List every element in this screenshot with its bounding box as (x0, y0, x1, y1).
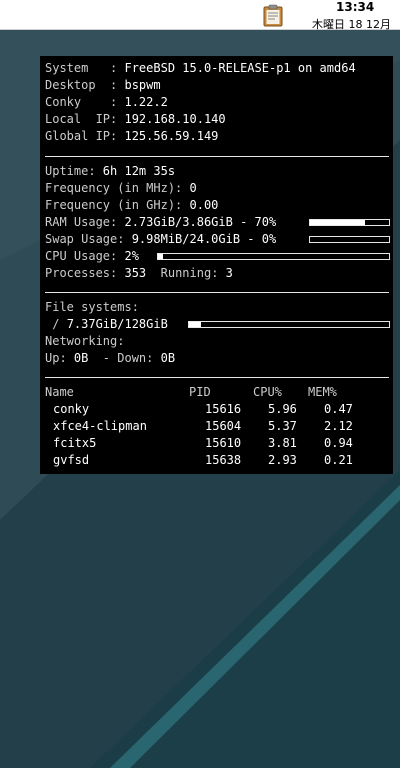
header-name: Name (45, 385, 74, 399)
freq-mhz-row: Frequency (in MHz): 0 (45, 180, 197, 197)
process-name: fcitx5 (53, 436, 97, 450)
uptime-label: Uptime: (45, 164, 103, 178)
desktop-label: Desktop : (45, 78, 125, 92)
freq-ghz-row: Frequency (in GHz): 0.00 (45, 197, 218, 214)
process-cpu: 5.96 (268, 402, 297, 416)
local-ip-label: Local IP: (45, 112, 125, 126)
process-mem: 0.47 (324, 402, 353, 416)
net-label: Networking: (45, 334, 125, 348)
freq-ghz-value: 0.00 (189, 198, 219, 212)
net-header: Networking: (45, 333, 124, 350)
fs-root-value: 7.37GiB/128GiB (66, 317, 168, 331)
clock-date[interactable]: 木曜日 18 12月 (312, 16, 391, 32)
process-pid: 15610 (205, 436, 242, 450)
running-value: 3 (225, 266, 233, 280)
global-ip-row: Global IP: 125.56.59.149 (45, 128, 218, 145)
process-table-header: Name PID CPU% MEM% (40, 384, 393, 401)
process-mem: 0.21 (324, 453, 353, 467)
processes-row: Processes: 353 Running: 3 (45, 265, 233, 282)
cpu-bar (157, 253, 390, 260)
conky-version-label: Conky : (45, 95, 125, 109)
system-row: System : FreeBSD 15.0-RELEASE-p1 on amd6… (45, 60, 356, 77)
conky-version-value: 1.22.2 (124, 95, 168, 109)
ram-bar (309, 219, 390, 226)
divider-1 (45, 156, 389, 157)
process-name: xfce4-clipman (53, 419, 147, 433)
ram-row: RAM Usage: 2.73GiB/3.86GiB - 70% (45, 214, 276, 231)
desktop-row: Desktop : bspwm (45, 77, 161, 94)
fs-header: File systems: (45, 299, 139, 316)
running-label: Running: (146, 266, 226, 280)
fs-root-bar-fill (189, 322, 201, 327)
fs-root-label: / (45, 317, 67, 331)
cpu-value: 2% (124, 249, 139, 263)
swap-label: Swap Usage: (45, 232, 132, 246)
cpu-label: CPU Usage: (45, 249, 125, 263)
process-mem: 2.12 (324, 419, 353, 433)
swap-bar (309, 236, 390, 243)
local-ip-value: 192.168.10.140 (124, 112, 226, 126)
desktop-value: bspwm (124, 78, 161, 92)
up-label: Up: (45, 351, 74, 365)
cpu-row: CPU Usage: 2% (45, 248, 139, 265)
system-label: System : (45, 61, 125, 75)
divider-2 (45, 292, 389, 293)
system-value: FreeBSD 15.0-RELEASE-p1 on amd64 (124, 61, 356, 75)
down-label: - Down: (88, 351, 161, 365)
ram-label: RAM Usage: (45, 215, 125, 229)
top-panel: 13:34 木曜日 18 12月 (0, 0, 400, 32)
divider-3 (45, 377, 389, 378)
process-cpu: 3.81 (268, 436, 297, 450)
process-name: conky (53, 402, 90, 416)
processes-value: 353 (124, 266, 147, 280)
processes-label: Processes: (45, 266, 125, 280)
uptime-value: 6h 12m 35s (102, 164, 176, 178)
ram-bar-fill (310, 220, 366, 225)
up-value: 0B (73, 351, 89, 365)
freq-ghz-label: Frequency (in GHz): (45, 198, 190, 212)
process-row: xfce4-clipman 15604 5.37 2.12 (40, 418, 393, 435)
process-cpu: 5.37 (268, 419, 297, 433)
header-pid: PID (189, 385, 211, 399)
fs-root-row: / 7.37GiB/128GiB (45, 316, 168, 333)
process-pid: 15638 (205, 453, 242, 467)
process-row: gvfsd 15638 2.93 0.21 (40, 452, 393, 469)
fs-label: File systems: (45, 300, 139, 314)
swap-value: 9.98MiB/24.0GiB - 0% (131, 232, 277, 246)
process-name: gvfsd (53, 453, 90, 467)
process-pid: 15604 (205, 419, 242, 433)
freq-mhz-label: Frequency (in MHz): (45, 181, 190, 195)
process-row: fcitx5 15610 3.81 0.94 (40, 435, 393, 452)
uptime-row: Uptime: 6h 12m 35s (45, 163, 175, 180)
conky-version-row: Conky : 1.22.2 (45, 94, 168, 111)
freq-mhz-value: 0 (189, 181, 197, 195)
conky-widget: System : FreeBSD 15.0-RELEASE-p1 on amd6… (40, 56, 393, 474)
local-ip-row: Local IP: 192.168.10.140 (45, 111, 226, 128)
process-cpu: 2.93 (268, 453, 297, 467)
net-row: Up: 0B - Down: 0B (45, 350, 175, 367)
ram-value: 2.73GiB/3.86GiB - 70% (124, 215, 277, 229)
process-row: conky 15616 5.96 0.47 (40, 401, 393, 418)
cpu-bar-fill (158, 254, 163, 259)
process-pid: 15616 (205, 402, 242, 416)
header-cpu: CPU% (253, 385, 282, 399)
header-mem: MEM% (308, 385, 337, 399)
down-value: 0B (160, 351, 176, 365)
swap-row: Swap Usage: 9.98MiB/24.0GiB - 0% (45, 231, 276, 248)
clipboard-icon[interactable] (261, 3, 285, 27)
process-mem: 0.94 (324, 436, 353, 450)
clock-time[interactable]: 13:34 (336, 0, 374, 14)
fs-root-bar (188, 321, 390, 328)
global-ip-label: Global IP: (45, 129, 125, 143)
global-ip-value: 125.56.59.149 (124, 129, 219, 143)
